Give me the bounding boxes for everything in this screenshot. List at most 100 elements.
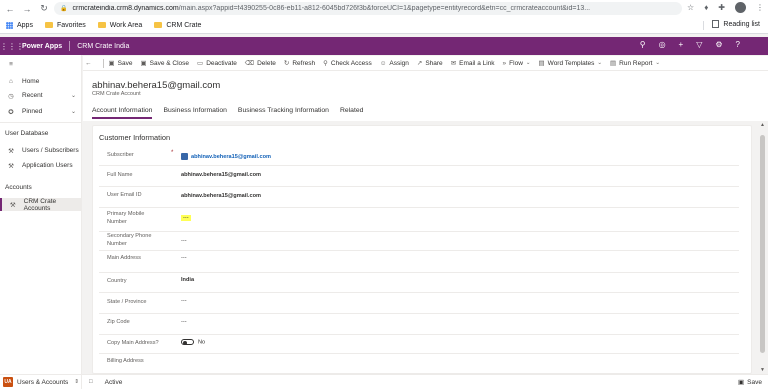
extensions-puzzle-icon[interactable]: ✚ [718, 3, 725, 12]
scroll-down-icon[interactable]: ▼ [759, 367, 766, 373]
field-label: Billing Address [107, 358, 144, 364]
field-zip-code: Zip Code --- [99, 314, 739, 335]
nav-home[interactable]: ⌂ Home [0, 76, 82, 87]
deactivate-button[interactable]: ▭ Deactivate [197, 59, 237, 68]
url-path: /main.aspx?appid=f4390255-0c86-eb11-a812… [178, 5, 591, 12]
field-subscriber: Subscriber * abhinav.behera15@gmail.com [99, 144, 739, 166]
run-report-button[interactable]: ▤ Run Report ⌄ [610, 59, 661, 68]
search-icon[interactable]: ⚲ [640, 40, 646, 49]
refresh-button[interactable]: ↻ Refresh [284, 59, 315, 68]
nav-users-subscribers[interactable]: ⚒ Users / Subscribers [0, 145, 82, 156]
state-input[interactable]: --- [181, 298, 187, 304]
nav-divider [0, 122, 82, 123]
back-arrow-icon: ← [85, 59, 92, 67]
hamburger-menu[interactable]: ≡ [0, 59, 82, 70]
reload-icon[interactable]: ↻ [37, 2, 51, 16]
nav-recent[interactable]: ◷ Recent ⌄ [0, 90, 82, 101]
word-icon: ▤ [538, 60, 545, 67]
star-icon[interactable]: ☆ [687, 3, 694, 12]
share-button[interactable]: ↗ Share [417, 59, 443, 68]
kebab-menu-icon[interactable]: ⋮ [756, 3, 764, 12]
app-name[interactable]: CRM Crate India [77, 43, 129, 50]
folder-icon [44, 22, 53, 28]
field-billing-address: Billing Address [99, 354, 739, 374]
flow-button[interactable]: » Flow ⌄ [503, 60, 531, 67]
forward-arrow-icon[interactable]: → [20, 2, 34, 16]
field-label: State / Province [107, 299, 147, 305]
secondary-phone-input[interactable]: --- [181, 238, 187, 244]
filter-icon[interactable]: ▽ [696, 40, 702, 49]
field-label: Full Name [107, 172, 133, 178]
help-icon[interactable]: ? [736, 40, 740, 49]
header-divider [69, 41, 71, 51]
deactivate-icon: ▭ [197, 60, 204, 67]
word-templates-button[interactable]: ▤ Word Templates ⌄ [538, 59, 603, 68]
delete-button[interactable]: ⌫ Delete [245, 59, 276, 68]
form-body: Customer Information Subscriber * abhina… [83, 121, 768, 374]
nav-pinned[interactable]: ✪ Pinned ⌄ [0, 106, 82, 117]
url-host: crmcrateindia.crm8.dynamics.com [72, 5, 179, 12]
field-secondary-phone: Secondary Phone Number --- [99, 232, 739, 251]
user-email-input[interactable]: abhinav.behera15@gmail.com [181, 193, 261, 199]
assign-button[interactable]: ☺ Assign [380, 60, 409, 67]
copy-address-toggle[interactable]: No [181, 339, 205, 345]
command-bar: ← ▣ Save ▣ Save & Close ▭ Deactivate ⌫ Delet… [83, 56, 768, 71]
back-arrow-icon[interactable]: ← [3, 2, 17, 16]
field-label: Primary Mobile Number [107, 211, 145, 225]
back-button[interactable]: ← [85, 60, 95, 67]
toggle-switch[interactable] [181, 339, 194, 345]
entity-name: CRM Crate Account [92, 91, 141, 97]
full-name-input[interactable]: abhinav.behera15@gmail.com [181, 172, 261, 178]
profile-avatar[interactable] [735, 2, 746, 13]
save-icon: ▣ [108, 60, 115, 67]
check-access-button[interactable]: ⚲ Check Access [323, 59, 372, 68]
bookmark-crm-crate[interactable]: CRM Crate [154, 22, 201, 29]
assistant-icon[interactable]: ◎ [659, 40, 666, 49]
status-save-button[interactable]: ▣ Save [738, 378, 762, 387]
form-scrollbar[interactable]: ▲ ▼ [759, 121, 766, 374]
chevron-down-icon: ⌄ [70, 93, 76, 99]
tab-business-tracking-information[interactable]: Business Tracking Information [238, 107, 329, 119]
zip-code-input[interactable]: --- [181, 319, 187, 325]
area-switcher[interactable]: UA Users & Accounts ⇕ [0, 374, 82, 389]
product-name[interactable]: Power Apps [22, 43, 62, 50]
subscriber-lookup[interactable]: abhinav.behera15@gmail.com [181, 153, 271, 160]
save-close-button[interactable]: ▣ Save & Close [140, 59, 189, 68]
extension-icon[interactable]: ♦ [704, 3, 708, 12]
nav-crm-crate-accounts[interactable]: ⚒ CRM Crate Accounts [0, 198, 82, 212]
expand-icon[interactable]: □ [89, 379, 93, 385]
tools-icon: ⚒ [8, 162, 14, 170]
primary-mobile-input[interactable]: --- [181, 215, 191, 221]
chevron-down-icon: ⌄ [597, 60, 603, 66]
scroll-up-icon[interactable]: ▲ [759, 122, 766, 128]
tab-business-information[interactable]: Business Information [163, 107, 226, 119]
save-button[interactable]: ▣ Save [108, 59, 133, 68]
nav-application-users[interactable]: ⚒ Application Users [0, 160, 82, 171]
gear-icon[interactable]: ⚙ [715, 40, 722, 49]
country-input[interactable]: India [181, 277, 194, 283]
command-divider [102, 58, 104, 68]
tab-account-information[interactable]: Account Information [92, 107, 153, 119]
address-bar[interactable]: 🔒 crmcrateindia.crm8.dynamics.com/main.a… [54, 2, 682, 15]
bookmark-work-area[interactable]: Work Area [97, 22, 142, 29]
save-icon: ▣ [738, 379, 745, 386]
app-header: ⋮⋮⋮ Power Apps CRM Crate India ⚲ ◎ + ▽ ⚙… [0, 37, 768, 55]
reading-list-button[interactable]: Reading list [712, 20, 760, 28]
waffle-icon[interactable]: ⋮⋮⋮ [0, 42, 24, 51]
field-label: User Email ID [107, 192, 142, 198]
plus-icon[interactable]: + [679, 40, 684, 49]
chevron-down-icon: ⌄ [655, 60, 661, 66]
email-link-button[interactable]: ✉ Email a Link [450, 59, 495, 68]
bookmark-favorites[interactable]: Favorites [44, 22, 86, 29]
field-state: State / Province --- [99, 293, 739, 314]
bookmark-apps[interactable]: Apps [6, 21, 33, 29]
tab-related[interactable]: Related [340, 107, 363, 119]
field-copy-main-address: Copy Main Address? No [99, 335, 739, 354]
flow-icon: » [502, 59, 507, 67]
scroll-thumb[interactable] [760, 135, 765, 353]
field-label: Zip Code [107, 319, 130, 325]
form-header: abhinav.behera15@gmail.com CRM Crate Acc… [83, 71, 768, 121]
email-icon: ✉ [450, 60, 457, 67]
field-label: Secondary Phone Number [107, 233, 152, 247]
main-address-input[interactable]: --- [181, 255, 187, 261]
